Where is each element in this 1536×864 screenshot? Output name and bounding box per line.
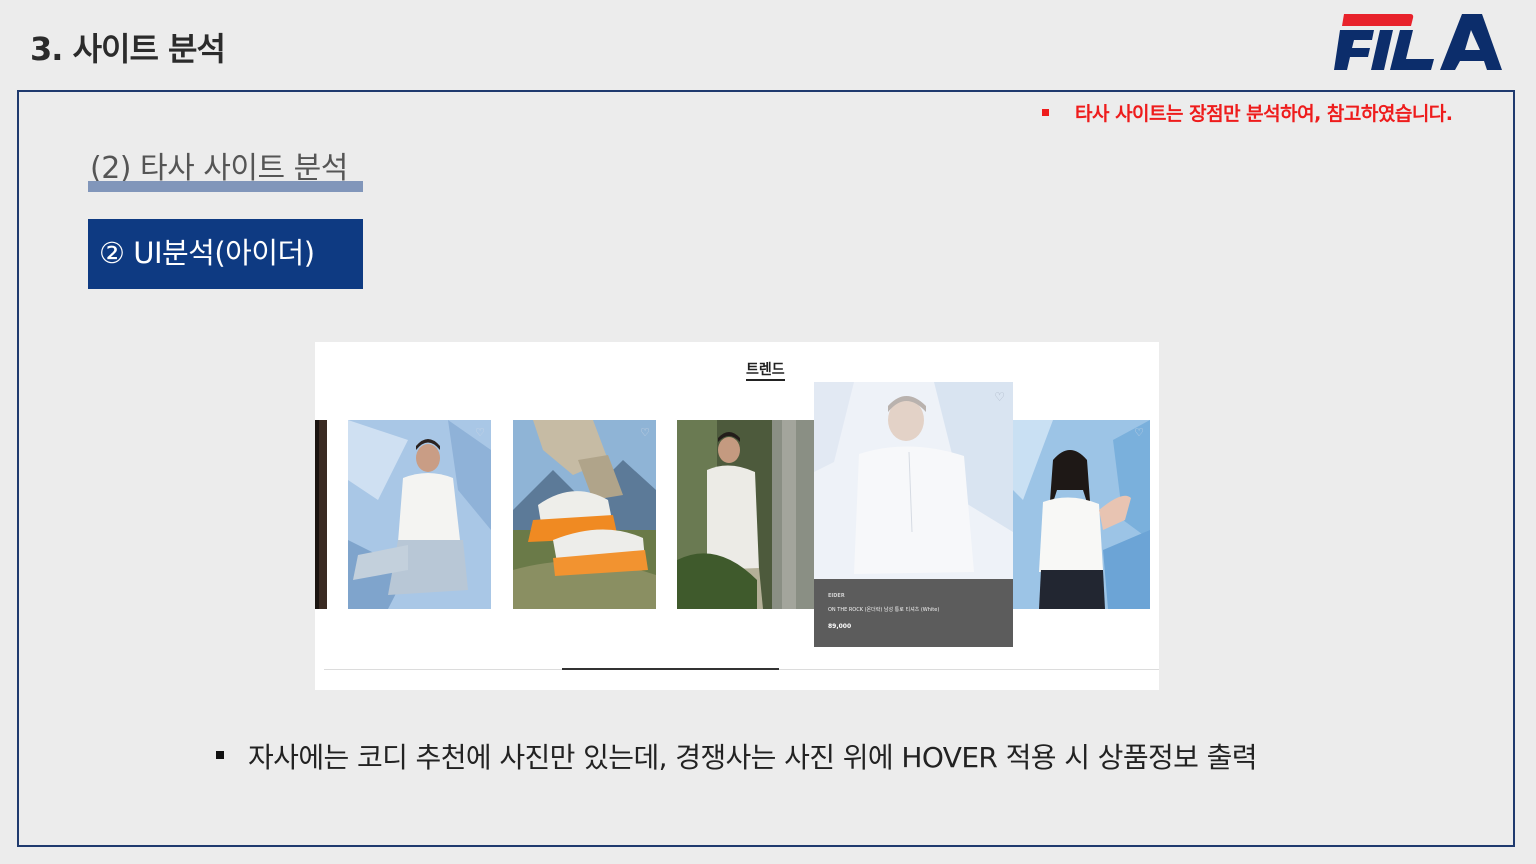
tab-underline — [746, 379, 785, 381]
heart-icon[interactable]: ♡ — [640, 426, 650, 439]
bullet-square-icon — [1042, 109, 1049, 116]
product-card-partial[interactable] — [315, 420, 327, 609]
hover-product-info: EIDER ON THE ROCK (온더락) 남성 통로 티셔츠 (White… — [814, 579, 1013, 647]
product-photo — [677, 420, 814, 609]
product-card[interactable]: ♡ — [348, 420, 491, 609]
product-name[interactable]: ON THE ROCK (온더락) 남성 통로 티셔츠 (White) — [828, 606, 1013, 613]
heart-icon[interactable]: ♡ — [1134, 426, 1144, 439]
tab-trend[interactable]: 트렌드 — [746, 359, 785, 379]
product-brand: EIDER — [828, 593, 845, 599]
bullet-square-icon — [216, 751, 224, 759]
product-card[interactable]: ♡ — [1013, 420, 1150, 609]
heart-icon[interactable]: ♡ — [475, 426, 485, 439]
product-card[interactable] — [677, 420, 814, 609]
competitor-screenshot: 트렌드 ♡ ♡ ♡ ♡ EIDER ON THE ROCK (온더락) 남성 통… — [315, 342, 1159, 690]
section-underline — [88, 181, 363, 192]
page-title: 3. 사이트 분석 — [30, 30, 226, 68]
heart-icon[interactable]: ♡ — [994, 390, 1005, 404]
reference-note-text: 타사 사이트는 장점만 분석하여, 참고하였습니다. — [1075, 103, 1453, 125]
carousel-scroll-thumb[interactable] — [562, 668, 779, 670]
product-photo — [513, 420, 656, 609]
reference-note: 타사 사이트는 장점만 분석하여, 참고하였습니다. — [1042, 99, 1453, 126]
summary-bullet-text: 자사에는 코디 추천에 사진만 있는데, 경쟁사는 사진 위에 HOVER 적용… — [248, 741, 1258, 774]
product-photo — [348, 420, 491, 609]
product-photo — [1013, 420, 1150, 609]
subsection-banner: ② UI분석(아이더) — [88, 219, 363, 289]
product-card[interactable]: ♡ — [513, 420, 656, 609]
hover-product-card[interactable]: ♡ EIDER ON THE ROCK (온더락) 남성 통로 티셔츠 (Whi… — [814, 382, 1013, 647]
summary-bullet: 자사에는 코디 추천에 사진만 있는데, 경쟁사는 사진 위에 HOVER 적용… — [216, 736, 1258, 776]
fila-logo — [1334, 14, 1502, 70]
product-price: 89,000 — [828, 623, 852, 630]
